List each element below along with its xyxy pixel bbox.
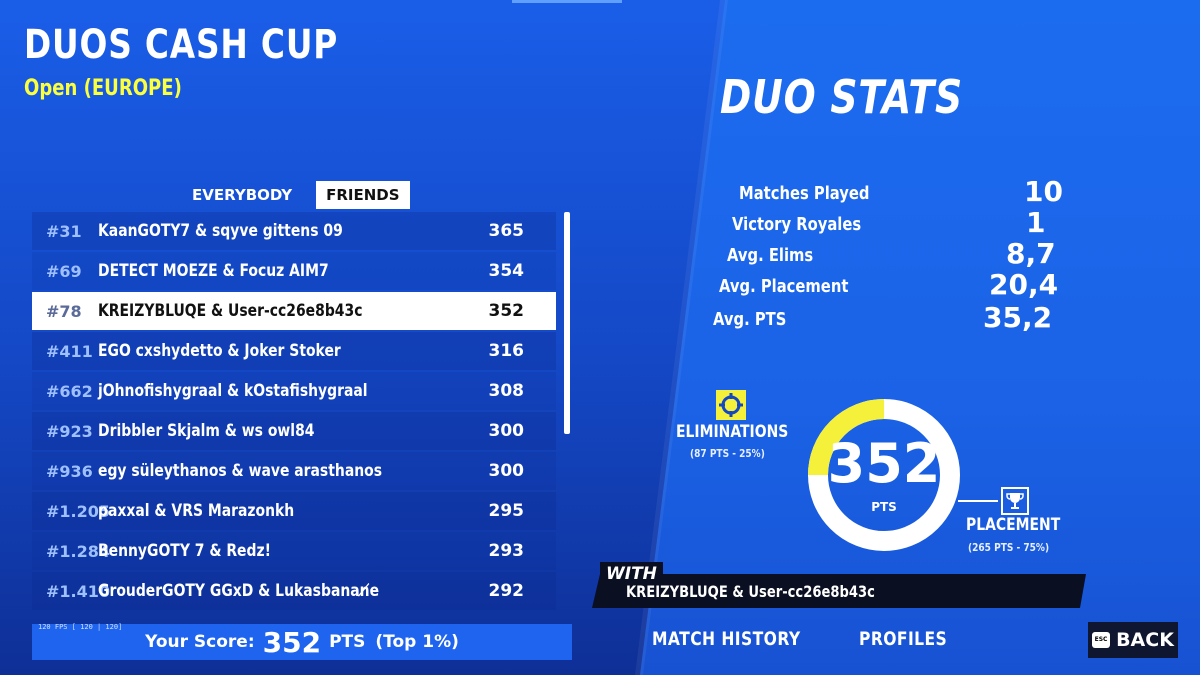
tab-friends[interactable]: FRIENDS <box>316 181 410 209</box>
stat-value-avg-placement: 20,4 <box>989 268 1059 301</box>
placement-detail: (265 PTS - 75%) <box>968 541 1050 554</box>
crosshair-icon <box>716 390 746 420</box>
table-row[interactable]: #662 jOhnofishygraal & kOstafishygraal 3… <box>32 372 556 410</box>
row-points: 293 <box>488 541 525 561</box>
row-names: KaanGOTY7 & sqyve gittens 09 <box>98 221 343 241</box>
back-label: BACK <box>1116 629 1174 651</box>
row-rank: #662 <box>46 381 93 401</box>
stat-label-victories: Victory Royales <box>732 214 862 235</box>
page-title: DUOS CASH CUP <box>24 22 339 68</box>
row-names: GrouderGOTY GGxD & Lukasbanan̸e <box>98 581 380 601</box>
your-score-value: 352 <box>262 625 322 659</box>
table-row[interactable]: #936 egy süleythanos & wave arasthanos 3… <box>32 452 556 490</box>
ring-total: 352 <box>827 432 941 495</box>
table-row[interactable]: #1.284 BennyGOTY 7 & Redz! 293 <box>32 532 556 570</box>
stat-value-matches: 10 <box>1024 175 1063 208</box>
fps-counter: 120 FPS [ 120 | 120] <box>38 623 123 631</box>
stat-value-avg-elims: 8,7 <box>1006 237 1056 270</box>
row-rank: #1.205 <box>46 501 111 521</box>
row-points: 295 <box>488 501 525 521</box>
row-rank: #69 <box>46 261 82 281</box>
row-points: 292 <box>488 581 525 601</box>
leaderboard-list: #31 KaanGOTY7 & sqyve gittens 09 365 #69… <box>32 212 568 624</box>
placement-connector <box>958 500 998 502</box>
row-names: KREIZYBLUQE & User-cc26e8b43c <box>98 301 363 321</box>
row-points: 352 <box>488 301 525 321</box>
ring-unit: PTS <box>871 500 897 514</box>
row-names: DETECT MOEZE & Focuz AIM7 <box>98 261 329 281</box>
profiles-link[interactable]: PROFILES <box>859 628 967 650</box>
stat-label-matches: Matches Played <box>739 183 870 204</box>
row-names: egy süleythanos & wave arasthanos <box>98 461 383 481</box>
row-rank: #936 <box>46 461 93 481</box>
row-points: 300 <box>488 461 525 481</box>
row-points: 308 <box>488 381 525 401</box>
your-score-label: Your Score: <box>145 632 255 652</box>
stat-label-avg-pts: Avg. PTS <box>713 309 787 330</box>
eliminations-detail: (87 PTS - 25%) <box>690 447 765 460</box>
leaderboard-tabs: EVERYBODY FRIENDS <box>182 181 410 209</box>
back-button[interactable]: ESC BACK <box>1088 622 1178 658</box>
row-rank: #411 <box>46 341 93 361</box>
row-points: 300 <box>488 421 525 441</box>
leaderboard-scrollbar[interactable] <box>564 212 570 434</box>
table-row[interactable]: #923 Dribbler Skjalm & ws owl84 300 <box>32 412 556 450</box>
row-points: 354 <box>488 261 525 281</box>
teammate-names: KREIZYBLUQE & User-cc26e8b43c <box>626 582 875 601</box>
row-rank: #31 <box>46 221 82 241</box>
row-names: EGO cxshydetto & Joker Stoker <box>98 341 341 361</box>
stat-value-avg-pts: 35,2 <box>983 301 1053 334</box>
trophy-icon <box>1001 487 1029 515</box>
your-score-unit: PTS <box>329 632 366 652</box>
page-subtitle: Open (EUROPE) <box>24 76 182 101</box>
placement-label: PLACEMENT <box>966 515 1061 535</box>
your-score-top: (Top 1%) <box>375 632 459 652</box>
table-row[interactable]: #31 KaanGOTY7 & sqyve gittens 09 365 <box>32 212 556 250</box>
table-row[interactable]: #1.205 paxxal & VRS Marazonkh 295 <box>32 492 556 530</box>
table-row[interactable]: #411 EGO cxshydetto & Joker Stoker 316 <box>32 332 556 370</box>
table-row[interactable]: #69 DETECT MOEZE & Focuz AIM7 354 <box>32 252 556 290</box>
row-points: 365 <box>488 221 525 241</box>
duo-stats-title: DUO STATS <box>720 70 963 124</box>
row-rank: #78 <box>46 301 82 321</box>
stat-label-avg-elims: Avg. Elims <box>727 245 814 266</box>
stat-label-avg-placement: Avg. Placement <box>719 276 849 297</box>
row-names: Dribbler Skjalm & ws owl84 <box>98 421 315 441</box>
row-rank: #1.284 <box>46 541 111 561</box>
table-row[interactable]: #1.410 GrouderGOTY GGxD & Lukasbanan̸e 2… <box>32 572 556 610</box>
esc-key-icon: ESC <box>1092 632 1111 648</box>
stat-value-victories: 1 <box>1026 206 1046 239</box>
eliminations-label: ELIMINATIONS <box>676 422 789 442</box>
top-accent-line <box>512 0 622 3</box>
row-rank: #1.410 <box>46 581 111 601</box>
row-names: paxxal & VRS Marazonkh <box>98 501 295 521</box>
tab-everybody[interactable]: EVERYBODY <box>182 181 302 209</box>
match-history-link[interactable]: MATCH HISTORY <box>652 628 833 650</box>
row-names: BennyGOTY 7 & Redz! <box>98 541 271 561</box>
table-row-selected[interactable]: #78 KREIZYBLUQE & User-cc26e8b43c 352 <box>32 292 556 330</box>
row-points: 316 <box>488 341 525 361</box>
row-names: jOhnofishygraal & kOstafishygraal <box>98 381 368 401</box>
row-rank: #923 <box>46 421 93 441</box>
